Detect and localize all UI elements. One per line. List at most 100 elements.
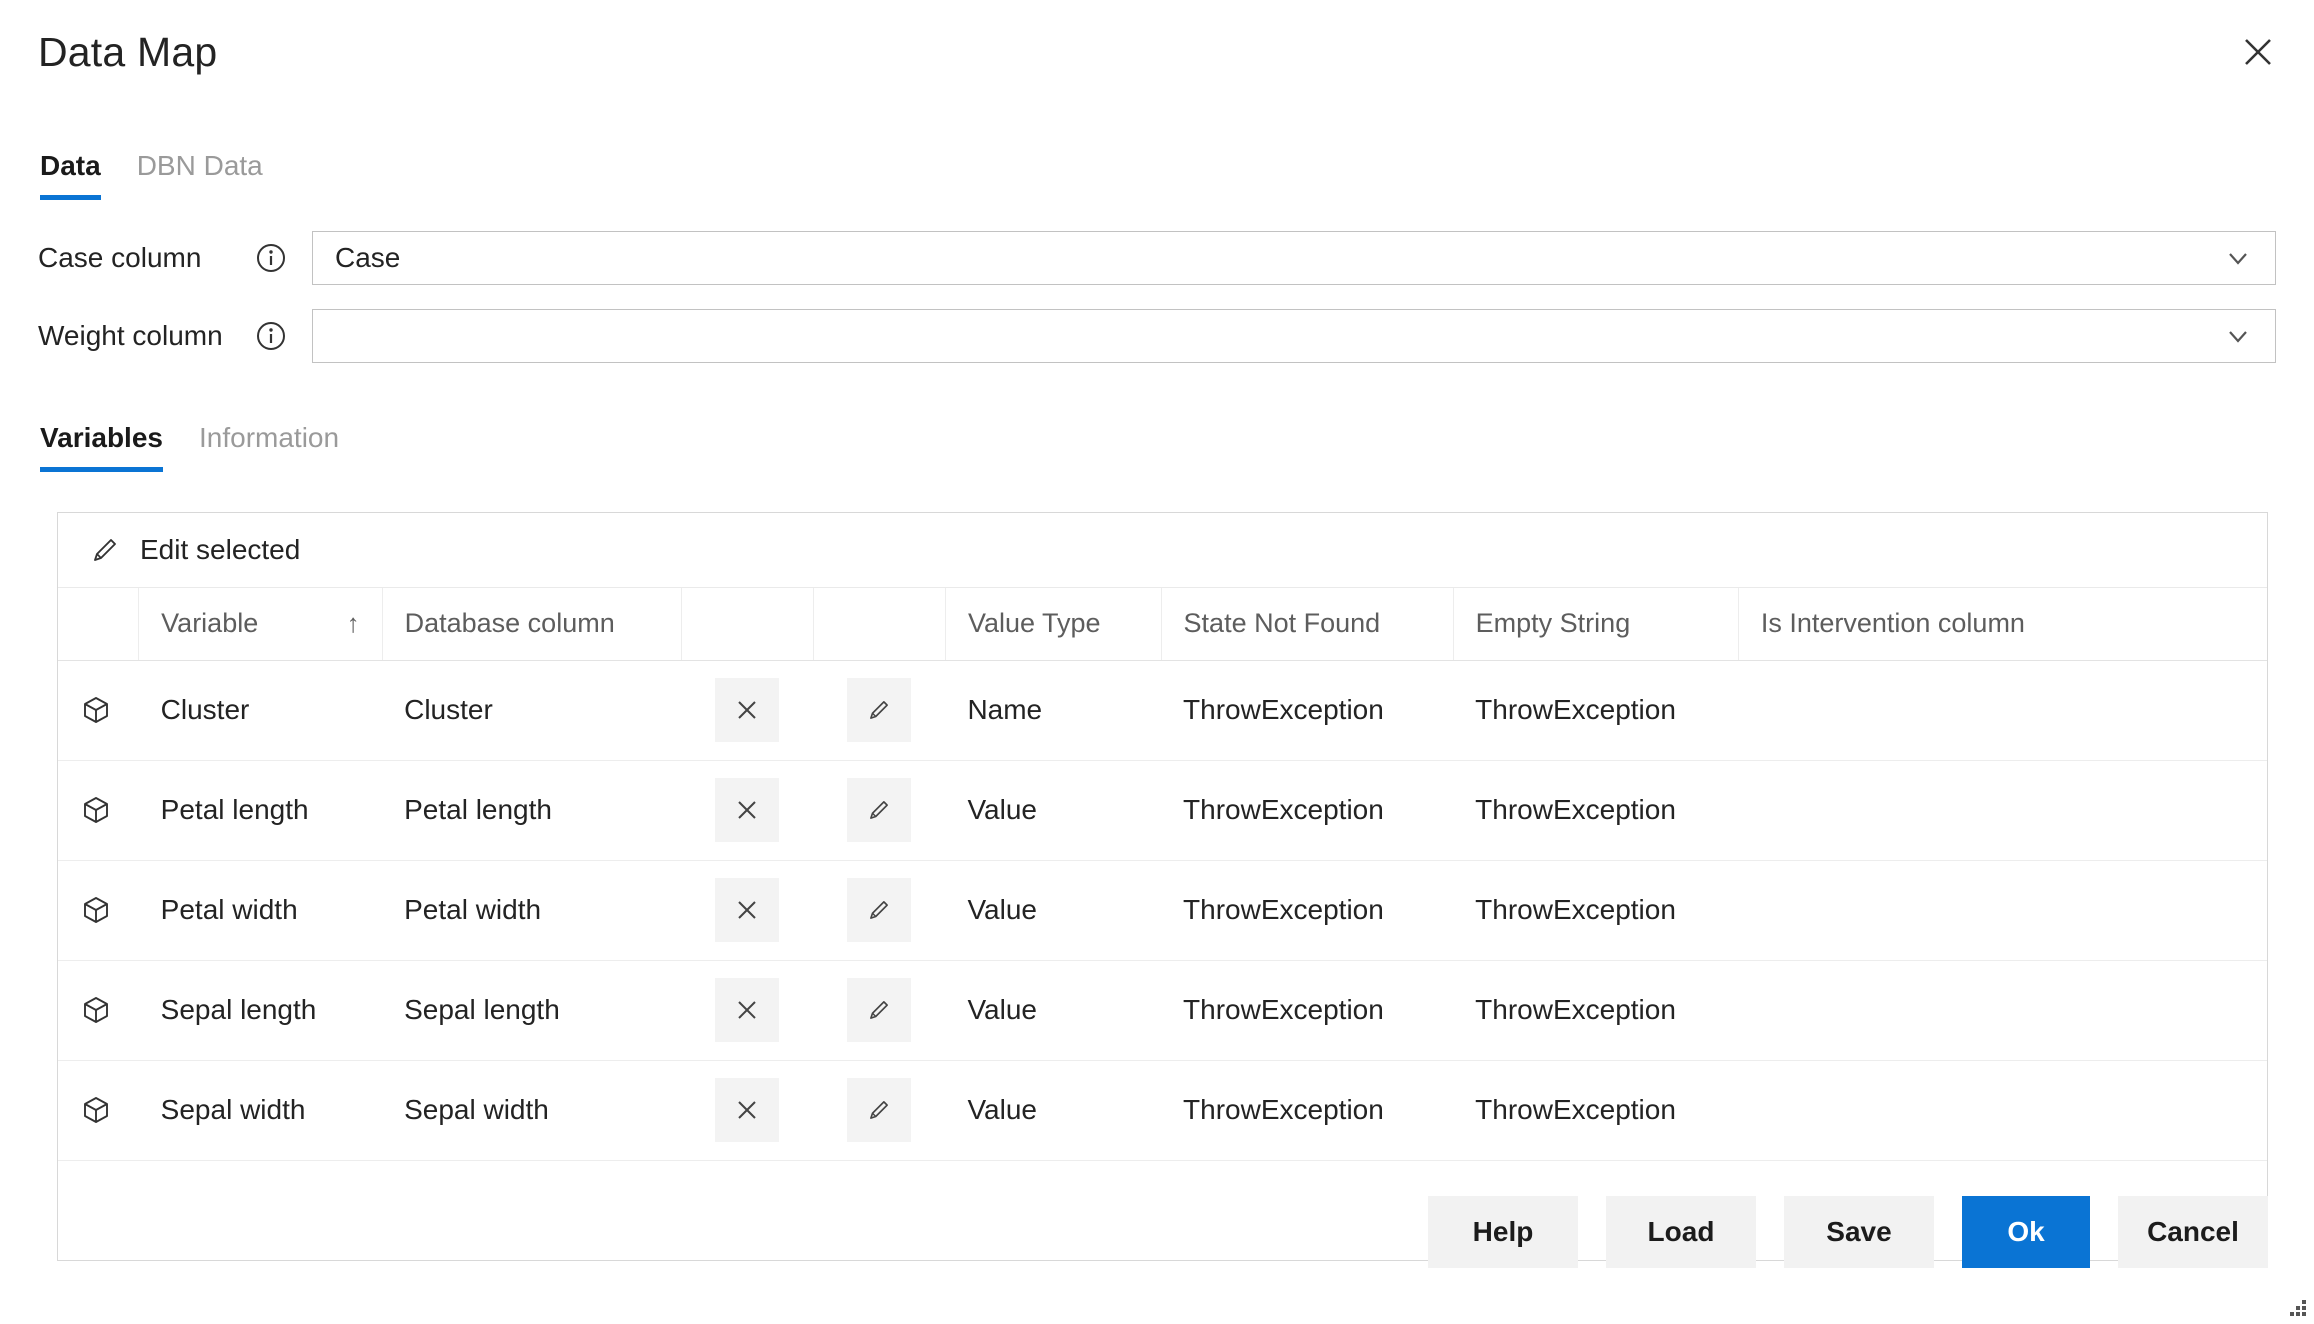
edit-row-button[interactable] bbox=[847, 778, 912, 842]
cube-glyph bbox=[84, 997, 108, 1023]
cancel-button[interactable]: Cancel bbox=[2118, 1196, 2268, 1268]
table-row[interactable]: Sepal width Sepal width Value ThrowExcep… bbox=[58, 1060, 2267, 1161]
col-header-state-not-found-label: State Not Found bbox=[1183, 608, 1381, 639]
info-icon[interactable] bbox=[254, 241, 288, 275]
cube-glyph bbox=[84, 897, 108, 923]
empty-cell bbox=[1161, 1160, 1453, 1260]
cell-value-type: Value bbox=[945, 860, 1162, 961]
close-icon bbox=[738, 1101, 756, 1119]
cell-edit bbox=[813, 660, 946, 761]
cell-variable: Petal length bbox=[138, 760, 383, 861]
case-column-select[interactable]: Case bbox=[312, 231, 2276, 285]
cube-icon bbox=[80, 993, 114, 1027]
remove-row-button[interactable] bbox=[715, 1078, 780, 1142]
chevron-down-glyph bbox=[2229, 253, 2247, 265]
remove-row-button[interactable] bbox=[715, 678, 780, 742]
chevron-down-glyph bbox=[2229, 331, 2247, 343]
row-type-cell bbox=[58, 1060, 139, 1161]
cube-glyph bbox=[84, 697, 108, 723]
table-row[interactable]: Petal length Petal length Value ThrowExc… bbox=[58, 760, 2267, 861]
edit-row-button[interactable] bbox=[847, 678, 912, 742]
case-column-row: Case column Case bbox=[38, 231, 2276, 285]
cell-state-not-found: ThrowException bbox=[1161, 660, 1454, 761]
close-icon bbox=[738, 901, 756, 919]
chevron-down-icon bbox=[2221, 241, 2255, 275]
sort-ascending-icon: ↑ bbox=[346, 608, 360, 639]
edit-row-button[interactable] bbox=[847, 978, 912, 1042]
col-header-value-type[interactable]: Value Type bbox=[945, 588, 1162, 661]
tab-variables[interactable]: Variables bbox=[38, 420, 181, 472]
cell-empty-string: ThrowException bbox=[1453, 860, 1739, 961]
cell-empty-string: ThrowException bbox=[1453, 960, 1739, 1061]
cell-database-column: Sepal length bbox=[382, 960, 682, 1061]
col-header-variable[interactable]: Variable ↑ bbox=[138, 588, 383, 661]
cube-icon bbox=[80, 893, 114, 927]
cell-empty-string: ThrowException bbox=[1453, 760, 1739, 861]
load-button[interactable]: Load bbox=[1606, 1196, 1756, 1268]
pencil-icon bbox=[870, 1001, 889, 1019]
data-map-dialog: Data Map Data DBN Data Case column Case bbox=[0, 0, 2314, 1324]
empty-cell bbox=[58, 1160, 139, 1260]
edit-row-button[interactable] bbox=[847, 1078, 912, 1142]
cell-edit bbox=[813, 960, 946, 1061]
cell-variable: Sepal length bbox=[138, 960, 383, 1061]
tab-variables-label: Variables bbox=[40, 422, 163, 453]
table-row[interactable]: Cluster Cluster Name ThrowException Thro… bbox=[58, 660, 2267, 761]
col-header-database-column[interactable]: Database column bbox=[382, 588, 682, 661]
cube-icon bbox=[80, 793, 114, 827]
remove-row-button[interactable] bbox=[715, 778, 780, 842]
close-icon[interactable] bbox=[2226, 20, 2290, 84]
col-header-value-type-label: Value Type bbox=[967, 608, 1101, 639]
cell-value-type: Value bbox=[945, 1060, 1162, 1161]
info-glyph bbox=[257, 244, 285, 272]
cube-icon bbox=[80, 693, 114, 727]
col-header-edit bbox=[813, 588, 946, 661]
remove-row-button[interactable] bbox=[715, 878, 780, 942]
dialog-footer: Help Load Save Ok Cancel bbox=[1428, 1196, 2268, 1268]
cell-database-column: Sepal width bbox=[382, 1060, 682, 1161]
save-button[interactable]: Save bbox=[1784, 1196, 1934, 1268]
help-button[interactable]: Help bbox=[1428, 1196, 1578, 1268]
pencil-icon bbox=[88, 533, 122, 567]
table-row[interactable]: Petal width Petal width Value ThrowExcep… bbox=[58, 860, 2267, 961]
col-header-is-intervention-column[interactable]: Is Intervention column bbox=[1738, 588, 2267, 661]
cell-remove bbox=[681, 760, 814, 861]
col-header-variable-label: Variable bbox=[161, 608, 259, 639]
cell-state-not-found: ThrowException bbox=[1161, 960, 1454, 1061]
col-header-state-not-found[interactable]: State Not Found bbox=[1161, 588, 1454, 661]
col-header-remove bbox=[681, 588, 814, 661]
case-column-value: Case bbox=[335, 242, 401, 273]
variables-table-head: Variable ↑ Database column Value Type St… bbox=[58, 588, 2267, 661]
cell-edit bbox=[813, 760, 946, 861]
tab-data[interactable]: Data bbox=[38, 148, 119, 200]
pencil-icon bbox=[870, 801, 889, 819]
cell-remove bbox=[681, 660, 814, 761]
variables-table-panel: Edit selected Variable ↑ Database column… bbox=[57, 512, 2268, 1261]
tab-information[interactable]: Information bbox=[181, 420, 357, 472]
edit-row-button[interactable] bbox=[847, 878, 912, 942]
cell-value-type: Value bbox=[945, 760, 1162, 861]
table-row[interactable]: Sepal length Sepal length Value ThrowExc… bbox=[58, 960, 2267, 1061]
tab-data-label: Data bbox=[40, 150, 101, 181]
col-header-empty-string[interactable]: Empty String bbox=[1453, 588, 1739, 661]
cell-is-intervention-column bbox=[1738, 760, 2267, 861]
ok-button[interactable]: Ok bbox=[1962, 1196, 2090, 1268]
cell-state-not-found: ThrowException bbox=[1161, 1060, 1454, 1161]
resize-grip-icon[interactable] bbox=[2282, 1292, 2308, 1318]
cube-glyph bbox=[84, 1097, 108, 1123]
remove-row-button[interactable] bbox=[715, 978, 780, 1042]
info-icon[interactable] bbox=[254, 319, 288, 353]
cell-edit bbox=[813, 860, 946, 961]
cell-database-column: Petal width bbox=[382, 860, 682, 961]
weight-column-row: Weight column bbox=[38, 309, 2276, 363]
cell-is-intervention-column bbox=[1738, 860, 2267, 961]
edit-selected-button[interactable]: Edit selected bbox=[74, 525, 314, 575]
cell-empty-string: ThrowException bbox=[1453, 660, 1739, 761]
empty-cell bbox=[813, 1160, 945, 1260]
tab-dbn-data[interactable]: DBN Data bbox=[119, 148, 281, 200]
cube-icon bbox=[80, 1093, 114, 1127]
cell-database-column: Cluster bbox=[382, 660, 682, 761]
cell-variable: Petal width bbox=[138, 860, 383, 961]
top-tabbar: Data DBN Data bbox=[38, 148, 281, 200]
weight-column-select[interactable] bbox=[312, 309, 2276, 363]
